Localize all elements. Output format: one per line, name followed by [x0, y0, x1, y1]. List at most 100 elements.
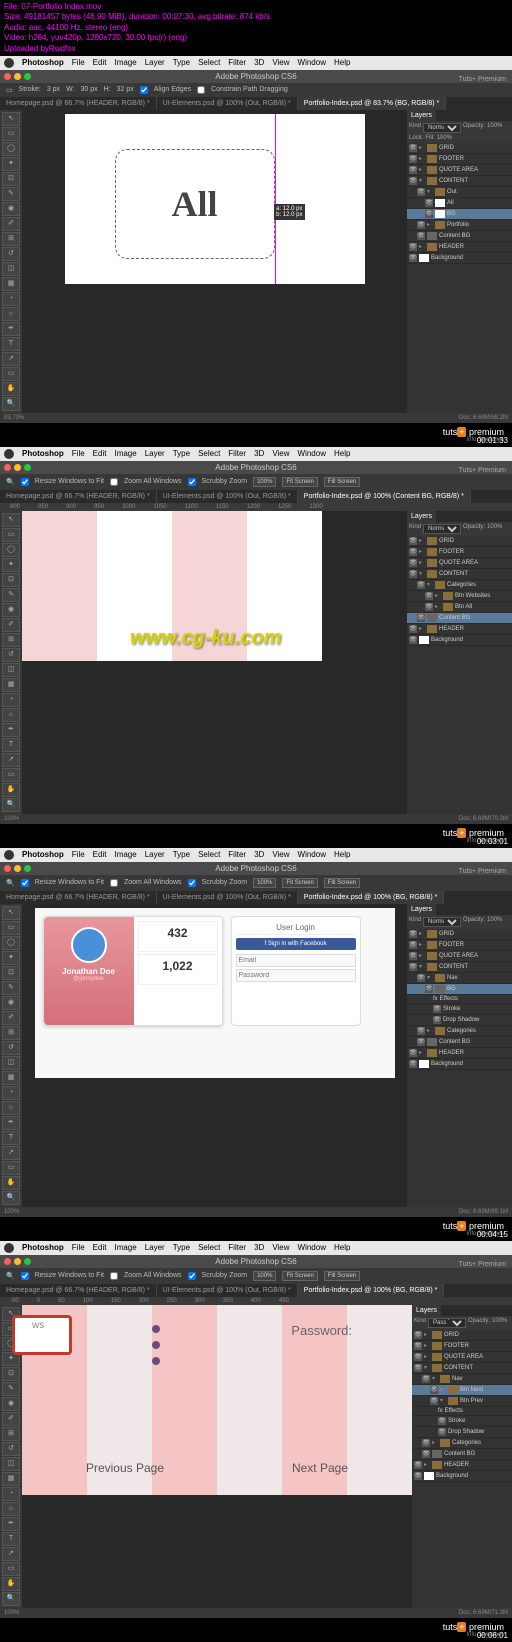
apple-icon[interactable]	[4, 850, 14, 860]
shape-tool[interactable]: ▭	[2, 1161, 20, 1175]
layers-tab[interactable]: Layers	[407, 904, 436, 915]
dodge-tool[interactable]: ☼	[2, 307, 20, 321]
app-name[interactable]: Photoshop	[22, 58, 64, 67]
canvas-area[interactable]: ws Password: Previous PageNext Page	[22, 1305, 412, 1608]
zoom-level[interactable]: 100%	[4, 1209, 19, 1215]
layer-portfolio[interactable]: 👁▸Portfolio	[407, 220, 512, 231]
history-brush-tool[interactable]: ↺	[2, 247, 20, 261]
menu-type[interactable]: Type	[173, 449, 190, 458]
fx-icon[interactable]: fx	[438, 1408, 443, 1414]
marquee-tool[interactable]: ▭	[2, 127, 20, 141]
maximize-icon[interactable]	[24, 464, 31, 471]
blend-mode-select[interactable]: Pass Through	[428, 1318, 466, 1328]
layer-content-bg-selected[interactable]: 👁Content BG	[407, 613, 512, 624]
hand-tool[interactable]: ✋	[2, 382, 20, 396]
maximize-icon[interactable]	[24, 1258, 31, 1265]
path-tool[interactable]: ↗	[2, 352, 20, 366]
path-tool[interactable]: ↗	[2, 1146, 20, 1160]
canvas[interactable]: ws Password: Previous PageNext Page	[22, 1305, 412, 1495]
eye-icon[interactable]: 👁	[409, 570, 417, 578]
crop-tool[interactable]: ⊡	[2, 573, 20, 587]
layer-btn-prev[interactable]: 👁▾Btn Prev	[412, 1396, 512, 1407]
menu-view[interactable]: View	[272, 850, 289, 859]
lasso-tool[interactable]: ◯	[2, 936, 20, 950]
eye-icon[interactable]: 👁	[422, 1375, 430, 1383]
menu-window[interactable]: Window	[298, 1243, 326, 1252]
layer-categories[interactable]: 👁▸Categories	[412, 1438, 512, 1449]
menu-view[interactable]: View	[272, 1243, 289, 1252]
eye-icon[interactable]: 👁	[414, 1353, 422, 1361]
layer-nav[interactable]: 👁▾Nav	[412, 1374, 512, 1385]
canvas-area[interactable]: All a: 12.0 pxb: 12.0 px	[22, 110, 407, 413]
app-name[interactable]: Photoshop	[22, 449, 64, 458]
gradient-tool[interactable]: ▦	[2, 277, 20, 291]
brush-tool[interactable]: ✐	[2, 1412, 20, 1426]
eye-icon[interactable]: 👁	[425, 199, 433, 207]
pen-tool[interactable]: ✒	[2, 322, 20, 336]
layers-tab[interactable]: Layers	[412, 1305, 441, 1316]
stamp-tool[interactable]: ⊞	[2, 1427, 20, 1441]
minimize-icon[interactable]	[14, 464, 21, 471]
menu-edit[interactable]: Edit	[93, 1243, 107, 1252]
layer-categories[interactable]: 👁▾Categories	[407, 580, 512, 591]
eye-icon[interactable]: 👁	[414, 1364, 422, 1372]
stamp-tool[interactable]: ⊞	[2, 633, 20, 647]
eye-icon[interactable]: 👁	[409, 243, 417, 251]
eye-icon[interactable]: 👁	[438, 1428, 446, 1436]
layer-background[interactable]: 👁Background	[407, 1059, 512, 1070]
heal-tool[interactable]: ◉	[2, 603, 20, 617]
zoom-level[interactable]: 100%	[4, 816, 19, 822]
layer-header[interactable]: 👁▸HEADER	[412, 1460, 512, 1471]
blend-mode-select[interactable]: Normal	[423, 524, 461, 534]
eye-icon[interactable]: 👁	[409, 254, 417, 262]
eyedropper-tool[interactable]: ✎	[2, 1382, 20, 1396]
menu-help[interactable]: Help	[334, 449, 350, 458]
layer-btn-all[interactable]: 👁▸Btn All	[407, 602, 512, 613]
layer-background[interactable]: 👁Background	[407, 253, 512, 264]
menu-type[interactable]: Type	[173, 1243, 190, 1252]
hand-tool[interactable]: ✋	[2, 783, 20, 797]
marquee-tool[interactable]: ▭	[2, 528, 20, 542]
eye-icon[interactable]: 👁	[433, 1016, 441, 1024]
scrubby-checkbox[interactable]	[188, 1272, 196, 1280]
menu-edit[interactable]: Edit	[93, 58, 107, 67]
blur-tool[interactable]: ◔	[2, 1086, 20, 1100]
crop-tool[interactable]: ⊡	[2, 172, 20, 186]
eye-icon[interactable]: 👁	[409, 952, 417, 960]
tab-portfolio[interactable]: Portfolio-Index.psd @ 83.7% (BG, RGB/8) …	[298, 97, 447, 110]
layer-content[interactable]: 👁▾CONTENT	[407, 569, 512, 580]
menu-layer[interactable]: Layer	[145, 850, 165, 859]
move-tool[interactable]: ↖	[2, 906, 20, 920]
history-brush-tool[interactable]: ↺	[2, 1442, 20, 1456]
menu-image[interactable]: Image	[114, 58, 136, 67]
menu-select[interactable]: Select	[198, 1243, 220, 1252]
layer-footer[interactable]: 👁▸FOOTER	[412, 1341, 512, 1352]
menu-3d[interactable]: 3D	[254, 449, 264, 458]
move-tool[interactable]: ↖	[2, 513, 20, 527]
layer-quote[interactable]: 👁▸QUOTE AREA	[407, 951, 512, 962]
eye-icon[interactable]: 👁	[409, 636, 417, 644]
layer-header[interactable]: 👁▸HEADER	[407, 624, 512, 635]
layer-grid[interactable]: 👁▸GRID	[412, 1330, 512, 1341]
zoom-all-checkbox[interactable]	[110, 1272, 118, 1280]
layer-quote[interactable]: 👁▸QUOTE AREA	[407, 165, 512, 176]
menu-image[interactable]: Image	[114, 850, 136, 859]
maximize-icon[interactable]	[24, 73, 31, 80]
heal-tool[interactable]: ◉	[2, 1397, 20, 1411]
prev-page-button[interactable]: Previous Page	[86, 1461, 164, 1475]
layer-footer[interactable]: 👁▸FOOTER	[407, 154, 512, 165]
pen-tool[interactable]: ✒	[2, 1517, 20, 1531]
scrubby-checkbox[interactable]	[188, 879, 196, 887]
menu-edit[interactable]: Edit	[93, 449, 107, 458]
eye-icon[interactable]: 👁	[409, 559, 417, 567]
layers-tab[interactable]: Layers	[407, 110, 436, 121]
eye-icon[interactable]: 👁	[422, 1439, 430, 1447]
layer-content-bg[interactable]: 👁Content BG	[407, 1037, 512, 1048]
rounded-rect-shape[interactable]: All	[115, 149, 275, 259]
tab-ui-elements[interactable]: UI-Elements.psd @ 100% (Out, RGB/8) *	[157, 1284, 298, 1297]
align-edges-checkbox[interactable]	[140, 86, 148, 94]
eye-icon[interactable]: 👁	[425, 603, 433, 611]
eye-icon[interactable]: 👁	[409, 155, 417, 163]
zoom-level[interactable]: 100%	[4, 1610, 19, 1616]
lasso-tool[interactable]: ◯	[2, 142, 20, 156]
